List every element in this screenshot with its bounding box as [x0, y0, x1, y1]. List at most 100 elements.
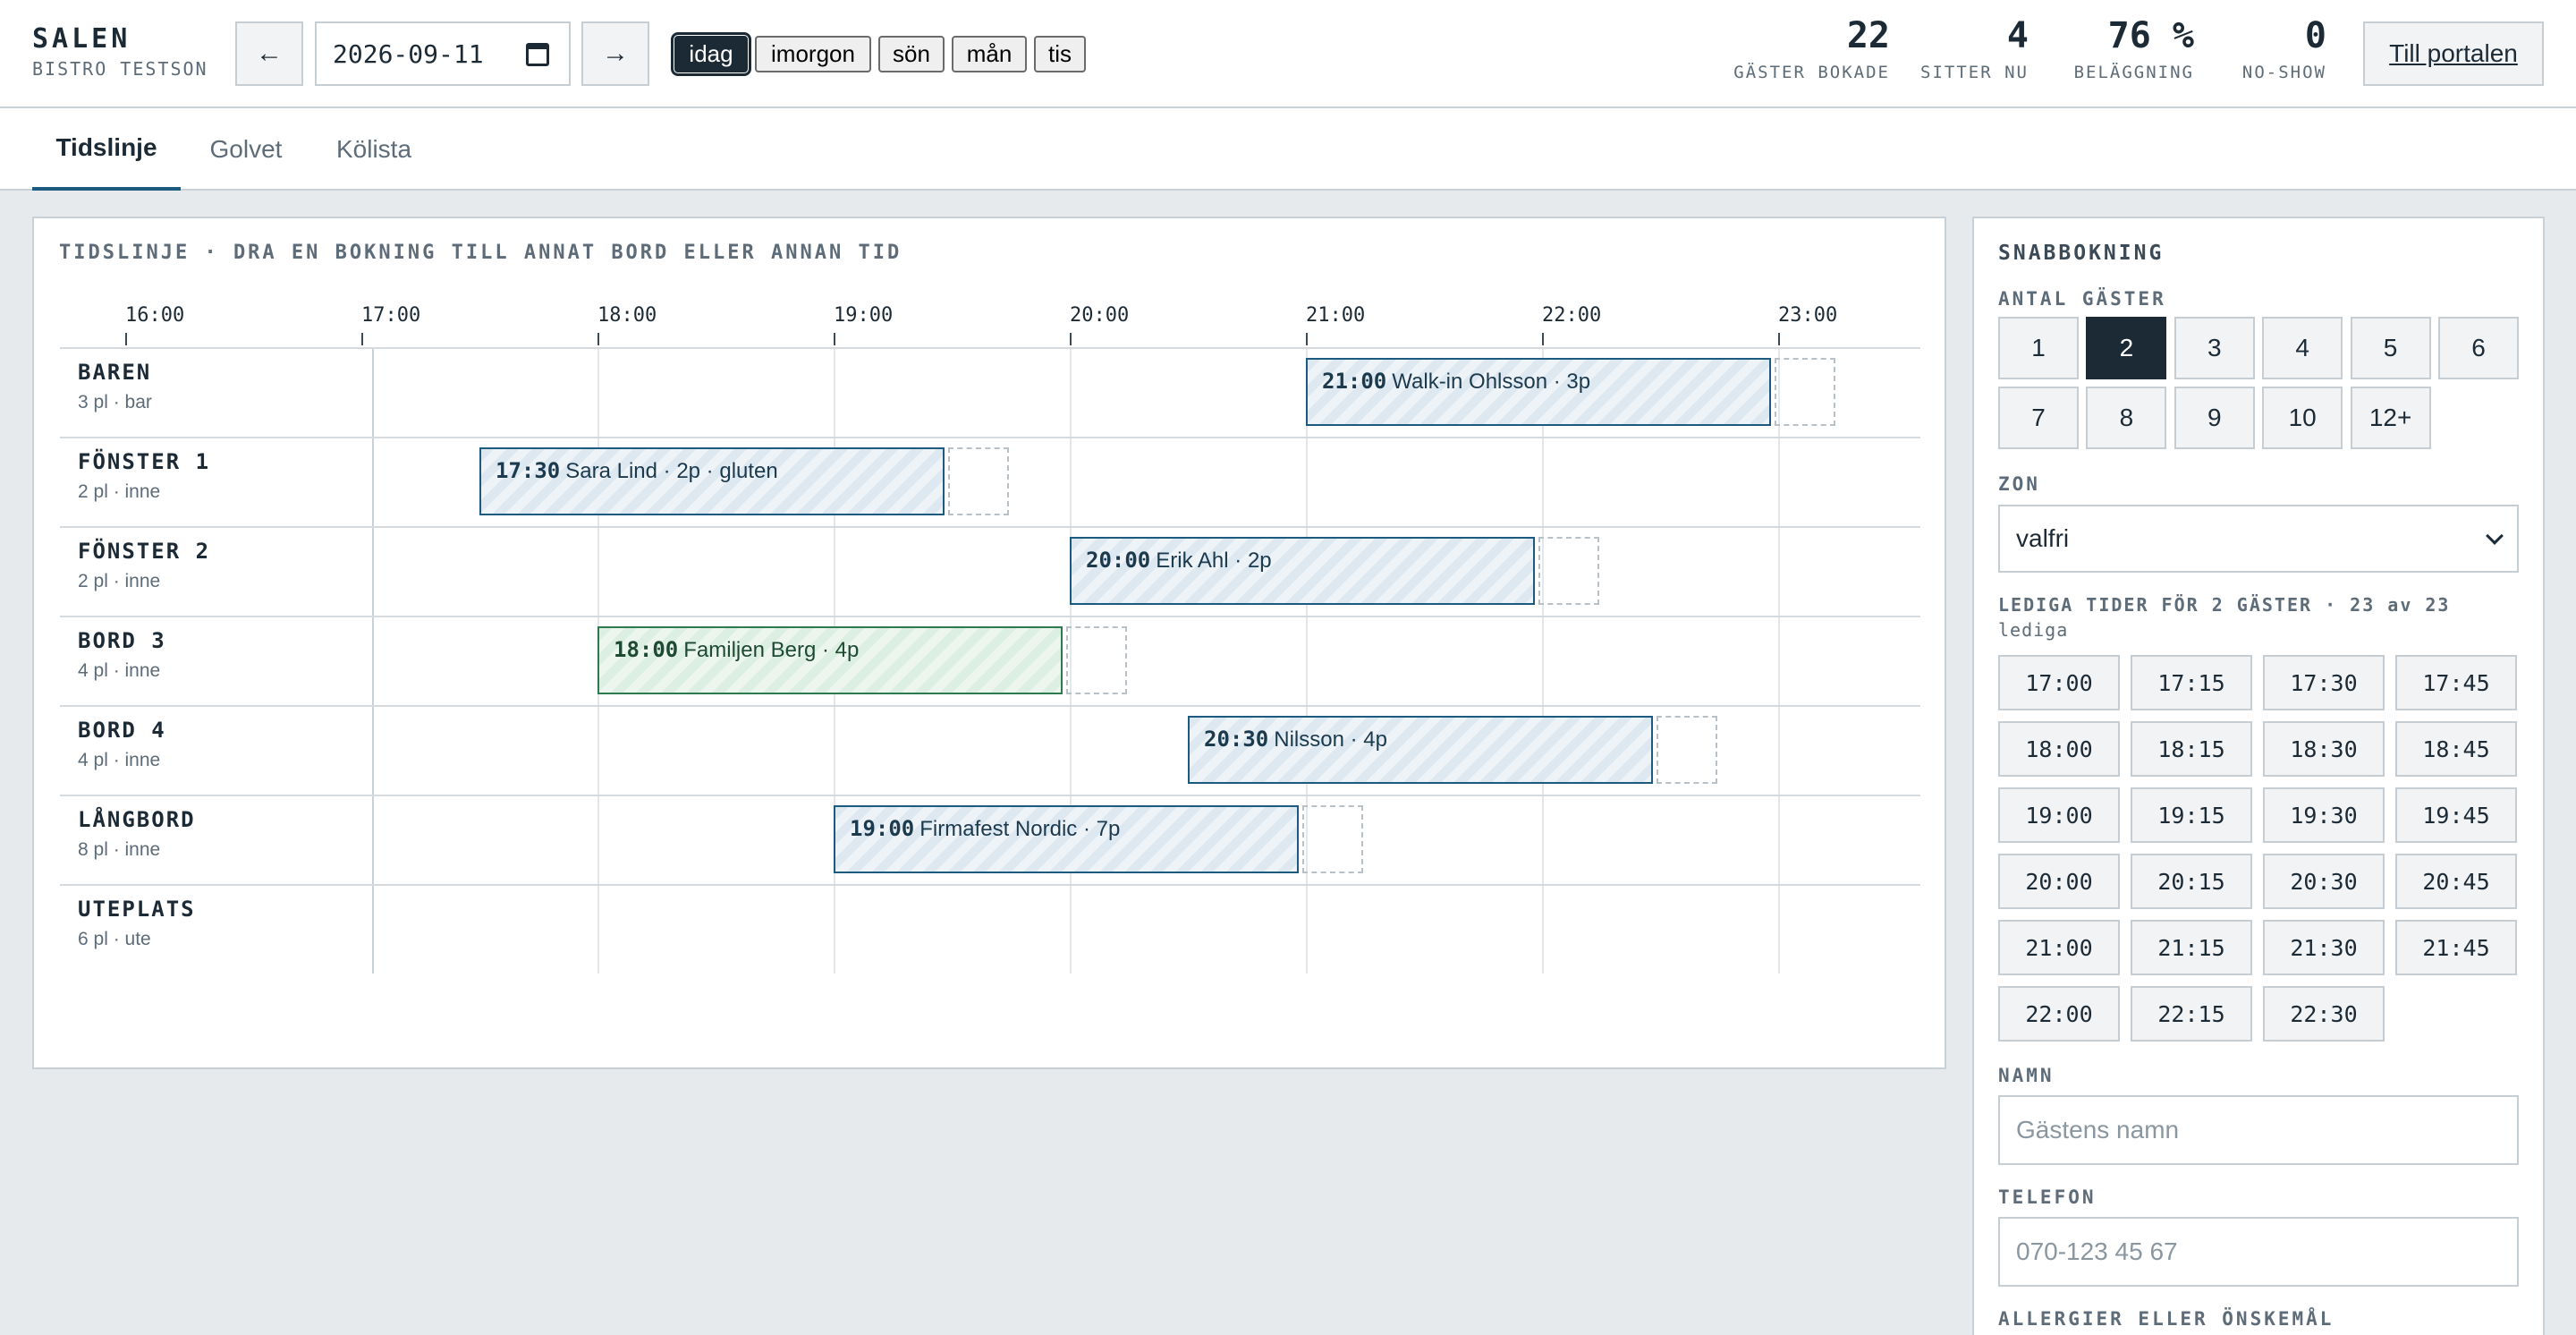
time-slot-button[interactable]: 19:45 [2395, 787, 2517, 843]
zone-select[interactable]: valfri [1998, 505, 2519, 573]
table-capacity: 8 pl · inne [78, 839, 161, 860]
guest-count-button[interactable]: 5 [2350, 317, 2431, 379]
arrow-left-icon: ← [256, 38, 283, 68]
slots-label: LEDIGA TIDER FÖR 2 GÄSTER · 23 av 23 [1998, 594, 2451, 616]
guests-label: ANTAL GÄSTER [1998, 288, 2166, 310]
tab-floor[interactable]: Golvet [192, 108, 300, 191]
booking-text: Familjen Berg · 4p [683, 638, 860, 662]
stat-occupancy: 76 % BELÄGGNING [2073, 15, 2194, 82]
time-slot-button[interactable]: 18:45 [2395, 721, 2517, 777]
calendar-icon[interactable] [526, 43, 549, 66]
guest-count-button[interactable]: 2 [2086, 317, 2167, 379]
hour-label: 17:00 [361, 304, 421, 327]
booking-text: Firmafest Nordic · 7p [919, 817, 1121, 841]
time-slot-button[interactable]: 21:00 [1998, 920, 2120, 975]
booking-time: 17:30 [496, 458, 561, 483]
time-slot-button[interactable]: 19:15 [2131, 787, 2252, 843]
name-input[interactable] [1998, 1095, 2519, 1165]
quick-day-today[interactable]: idag [671, 32, 751, 76]
time-slot-button[interactable]: 19:30 [2263, 787, 2385, 843]
hour-tick [597, 333, 599, 345]
hour-tick [834, 333, 835, 345]
table-capacity: 6 pl · ute [78, 929, 151, 949]
quick-day-tue[interactable]: tis [1034, 36, 1086, 72]
time-slot-button[interactable]: 17:30 [2263, 655, 2385, 710]
booking-block[interactable]: 17:30 Sara Lind · 2p · gluten [479, 447, 945, 515]
time-slot-button[interactable]: 18:15 [2131, 721, 2252, 777]
booking-time: 20:00 [1086, 548, 1151, 573]
tab-timeline[interactable]: Tidslinje [32, 108, 181, 191]
view-tabs: Tidslinje Golvet Kölista [0, 108, 2576, 191]
allergy-label: ALLERGIER ELLER ÖNSKEMÅL [1998, 1308, 2334, 1330]
hour-label: 21:00 [1306, 304, 1366, 327]
time-slot-button[interactable]: 17:15 [2131, 655, 2252, 710]
table-name: FÖNSTER 1 [78, 449, 211, 474]
table-name: BORD 4 [78, 718, 166, 743]
time-slot-button[interactable]: 20:15 [2131, 854, 2252, 909]
guest-count-button[interactable]: 12+ [2350, 387, 2431, 449]
table-capacity: 3 pl · bar [78, 392, 152, 412]
guest-count-button[interactable]: 4 [2262, 317, 2343, 379]
phone-input[interactable] [1998, 1217, 2519, 1287]
time-slot-button[interactable]: 20:45 [2395, 854, 2517, 909]
time-slot-button[interactable]: 21:30 [2263, 920, 2385, 975]
booking-block[interactable]: 20:00 Erik Ahl · 2p [1070, 537, 1535, 605]
restaurant-name: BISTRO TESTSON [32, 58, 208, 80]
portal-link[interactable]: Till portalen [2363, 21, 2544, 86]
hour-label: 20:00 [1070, 304, 1130, 327]
table-capacity: 4 pl · inne [78, 750, 161, 770]
time-slot-button[interactable]: 17:45 [2395, 655, 2517, 710]
date-picker[interactable]: 2026-09-11 [315, 21, 571, 86]
booking-block[interactable]: 18:00 Familjen Berg · 4p [597, 626, 1063, 694]
name-label: NAMN [1998, 1065, 2055, 1086]
quick-day-mon[interactable]: mån [952, 36, 1027, 72]
table-name: FÖNSTER 2 [78, 539, 211, 564]
top-header: SALEN BISTRO TESTSON ← 2026-09-11 → idag… [0, 0, 2576, 108]
guest-count-button[interactable]: 8 [2086, 387, 2167, 449]
time-slot-button[interactable]: 22:30 [2263, 986, 2385, 1042]
time-slot-button[interactable]: 18:00 [1998, 721, 2120, 777]
next-day-button[interactable]: → [581, 21, 649, 86]
time-slot-button[interactable]: 19:00 [1998, 787, 2120, 843]
quick-booking-title: SNABBOKNING [1998, 242, 2165, 265]
time-slot-button[interactable]: 21:45 [2395, 920, 2517, 975]
table-name: LÅNGBORD [78, 807, 196, 832]
zone-value: valfri [2016, 524, 2070, 552]
guest-count-button[interactable]: 3 [2174, 317, 2255, 379]
quick-booking-panel: SNABBOKNING ANTAL GÄSTER 1 2 3 4 5 6 7 8 9 10 12+ … [1972, 217, 2545, 1335]
table-capacity: 2 pl · inne [78, 481, 161, 502]
guest-count-button[interactable]: 1 [1998, 317, 2079, 379]
time-slot-button[interactable]: 20:00 [1998, 854, 2120, 909]
hour-label: 19:00 [834, 304, 894, 327]
time-slot-button[interactable]: 18:30 [2263, 721, 2385, 777]
hour-tick [1542, 333, 1544, 345]
slots-label-cont: lediga [1998, 619, 2069, 641]
guest-count-button[interactable]: 10 [2262, 387, 2343, 449]
booking-block[interactable]: 19:00 Firmafest Nordic · 7p [834, 805, 1299, 873]
time-slot-button[interactable]: 22:15 [2131, 986, 2252, 1042]
time-slot-button[interactable]: 21:15 [2131, 920, 2252, 975]
quick-day-sun[interactable]: sön [878, 36, 945, 72]
booking-buffer [1302, 805, 1363, 873]
date-value: 2026-09-11 [333, 38, 484, 69]
time-slot-button[interactable]: 22:00 [1998, 986, 2120, 1042]
timeline-title: TIDSLINJE · DRA EN BOKNING TILL ANNAT BO… [59, 242, 902, 264]
brand: SALEN BISTRO TESTSON [32, 23, 208, 80]
hour-tick [125, 333, 127, 345]
stat-guests-booked: 22 GÄSTER BOKADE [1733, 15, 1890, 82]
tab-queue[interactable]: Kölista [320, 108, 428, 191]
booking-buffer [1538, 537, 1599, 605]
booking-block[interactable]: 20:30 Nilsson · 4p [1188, 716, 1653, 784]
booking-time: 19:00 [850, 816, 915, 841]
booking-block[interactable]: 21:00 Walk-in Ohlsson · 3p [1306, 358, 1771, 426]
prev-day-button[interactable]: ← [235, 21, 303, 86]
quick-day-tomorrow[interactable]: imorgon [755, 36, 871, 72]
hour-label: 16:00 [125, 304, 185, 327]
time-slot-button[interactable]: 17:00 [1998, 655, 2120, 710]
hour-tick [1306, 333, 1308, 345]
time-slot-button[interactable]: 20:30 [2263, 854, 2385, 909]
guest-count-button[interactable]: 6 [2438, 317, 2519, 379]
booking-time: 18:00 [614, 637, 679, 662]
guest-count-button[interactable]: 9 [2174, 387, 2255, 449]
guest-count-button[interactable]: 7 [1998, 387, 2079, 449]
